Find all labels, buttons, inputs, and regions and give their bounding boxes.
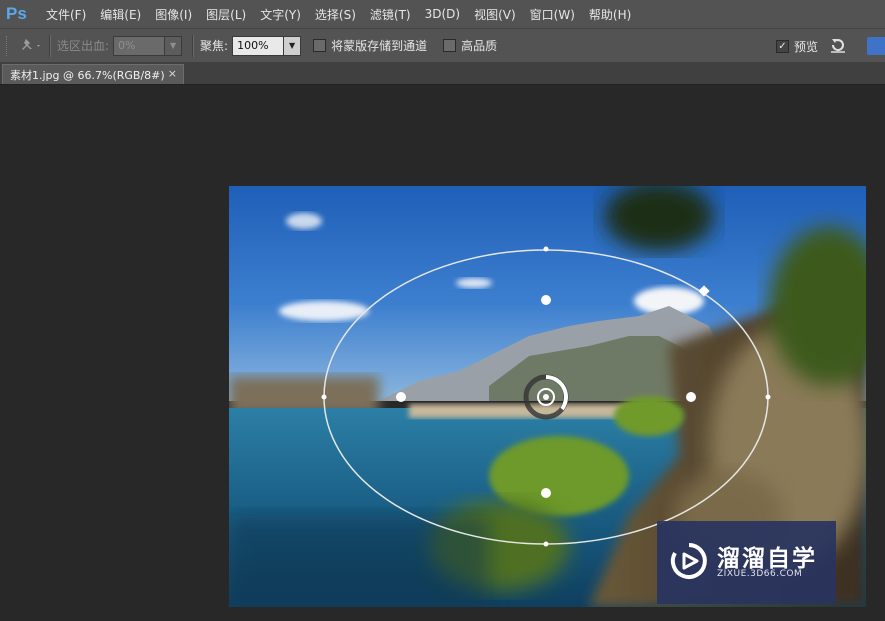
menu-layer[interactable]: 图层(L) — [206, 6, 246, 23]
options-bar-grip[interactable] — [6, 35, 11, 56]
menu-bar: Ps 文件(F) 编辑(E) 图像(I) 图层(L) 文字(Y) 选择(S) 滤… — [0, 0, 885, 28]
menu-type[interactable]: 文字(Y) — [260, 6, 301, 23]
document-tab[interactable]: 素材1.jpg @ 66.7%(RGB/8#) × — [2, 64, 184, 84]
ok-button[interactable] — [867, 37, 885, 55]
separator — [192, 34, 195, 57]
high-quality-label[interactable]: 高品质 — [461, 37, 497, 54]
reset-icon[interactable] — [828, 36, 848, 57]
high-quality-checkbox[interactable] — [443, 39, 457, 52]
save-mask-checkbox[interactable] — [313, 39, 327, 52]
focus-value[interactable]: 100% — [233, 37, 283, 55]
focus-field[interactable]: 100% ▼ — [232, 35, 302, 56]
ellipse-handle-top[interactable] — [543, 246, 549, 252]
menu-3d[interactable]: 3D(D) — [425, 7, 460, 21]
ellipse-handle-bottom[interactable] — [543, 541, 549, 547]
preview-option[interactable]: ✓ 预览 — [776, 38, 818, 55]
feather-handle-left[interactable] — [396, 392, 406, 402]
selection-bleed-field[interactable]: 0% ▼ — [113, 35, 183, 56]
menu-window[interactable]: 窗口(W) — [530, 6, 575, 23]
focus-label: 聚焦: — [200, 39, 229, 53]
separator — [49, 34, 51, 57]
chevron-down-icon[interactable]: ▼ — [283, 36, 301, 55]
options-bar: 选区出血: 0% ▼ 聚焦: 100% ▼ 将蒙版存储到通道 高品质 ✓ 预览 — [0, 28, 885, 63]
watermark: 溜溜自学 ZIXUE.3D66.COM — [657, 521, 836, 604]
feather-handle-right[interactable] — [686, 392, 696, 402]
menu-help[interactable]: 帮助(H) — [589, 6, 631, 23]
document-tab-bar: 素材1.jpg @ 66.7%(RGB/8#) × — [0, 62, 885, 85]
play-logo-icon — [669, 541, 709, 584]
watermark-url: ZIXUE.3D66.COM — [717, 569, 803, 579]
menu-edit[interactable]: 编辑(E) — [100, 6, 141, 23]
high-quality-option[interactable]: 高品质 — [443, 37, 497, 54]
chevron-down-icon[interactable]: ▼ — [164, 36, 182, 55]
feather-handle-bottom[interactable] — [541, 488, 551, 498]
menu-filter[interactable]: 滤镜(T) — [370, 6, 411, 23]
watermark-name: 溜溜自学 — [717, 546, 817, 572]
menu-file[interactable]: 文件(F) — [46, 6, 86, 23]
pin-tool-icon[interactable] — [17, 36, 43, 56]
selection-bleed-label: 选区出血: — [57, 39, 110, 53]
save-mask-label[interactable]: 将蒙版存储到通道 — [331, 37, 427, 54]
feather-handle-top[interactable] — [541, 295, 551, 305]
document-tab-title[interactable]: 素材1.jpg @ 66.7%(RGB/8#) — [10, 67, 165, 83]
preview-label[interactable]: 预览 — [794, 38, 818, 55]
menu-image[interactable]: 图像(I) — [155, 6, 192, 23]
app-logo[interactable]: Ps — [6, 3, 34, 25]
menu-view[interactable]: 视图(V) — [474, 6, 516, 23]
ellipse-handle-left[interactable] — [321, 394, 327, 400]
preview-checkbox[interactable]: ✓ — [776, 40, 789, 53]
ellipse-handle-right[interactable] — [765, 394, 771, 400]
selection-bleed-value[interactable]: 0% — [114, 37, 164, 55]
menu-select[interactable]: 选择(S) — [315, 6, 356, 23]
save-mask-option[interactable]: 将蒙版存储到通道 — [313, 37, 427, 54]
close-icon[interactable]: × — [168, 67, 177, 80]
